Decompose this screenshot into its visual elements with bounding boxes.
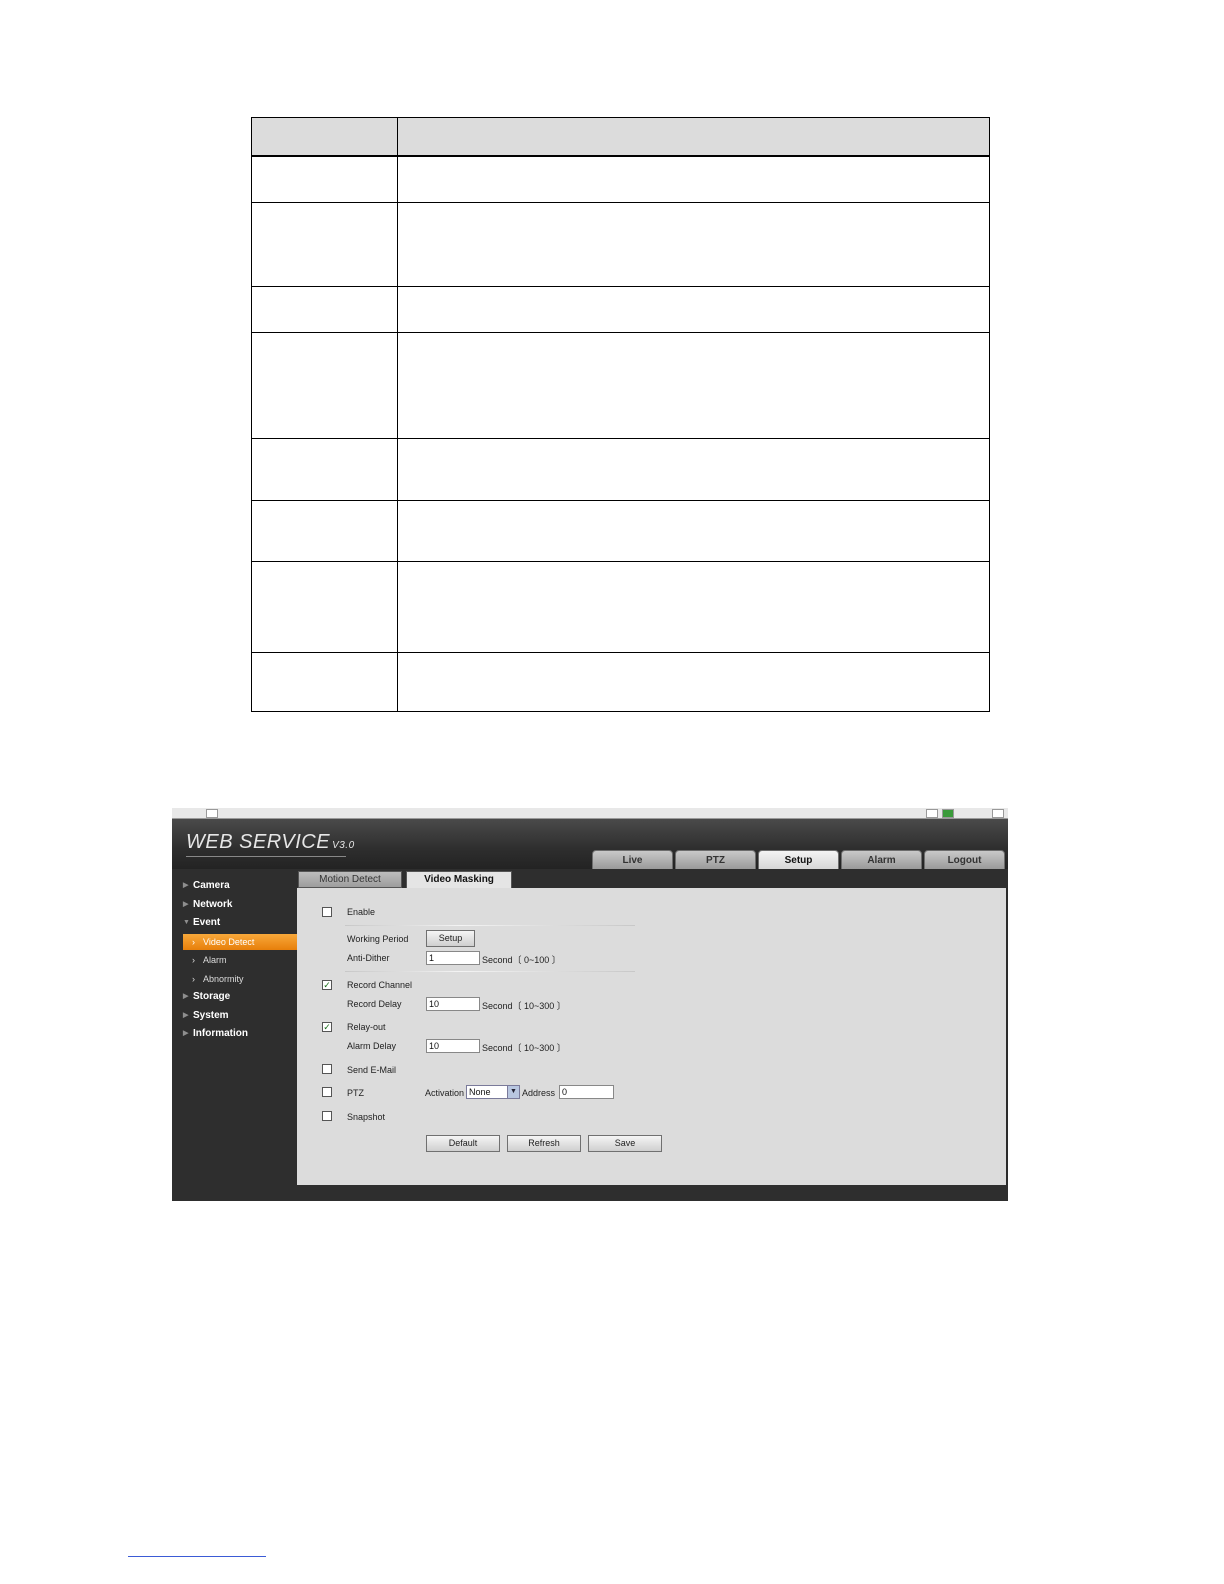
nav-tab-alarm[interactable]: Alarm — [841, 850, 922, 870]
chevron-right-icon: › — [192, 955, 195, 965]
alarm-delay-label: Alarm Delay — [347, 1041, 397, 1051]
collapsed-arrow-icon: ▶ — [183, 901, 189, 908]
chevron-down-icon[interactable]: ▼ — [507, 1086, 519, 1098]
logo-version: V3.0 — [332, 840, 355, 851]
refresh-button[interactable]: Refresh — [507, 1135, 581, 1152]
anti-dither-range: Second〔 0~100 〕 — [482, 955, 561, 965]
alarm-delay-range: Second〔 10~300 〕 — [482, 1043, 566, 1053]
default-button[interactable]: Default — [426, 1135, 500, 1152]
top-navigation: Live PTZ Setup Alarm Logout — [592, 850, 1005, 870]
browser-close-icon[interactable] — [992, 809, 1004, 818]
send-email-label: Send E-Mail — [347, 1065, 397, 1075]
record-delay-range: Second〔 10~300 〕 — [482, 1001, 566, 1011]
chevron-right-icon: › — [192, 974, 195, 984]
record-channel-label: Record Channel — [347, 980, 413, 990]
address-bar-icon — [206, 809, 218, 818]
record-delay-input[interactable]: 10 — [426, 997, 480, 1011]
footer-bar — [297, 1185, 1008, 1201]
collapsed-arrow-icon: ▶ — [183, 882, 189, 889]
sidebar-item-event[interactable]: ▼ Event — [172, 915, 297, 931]
enable-label: Enable — [347, 907, 376, 917]
table-row — [252, 438, 989, 439]
footer-link-underline[interactable] — [128, 1556, 266, 1557]
sidebar-subitem-label: Alarm — [203, 955, 227, 965]
anti-dither-label: Anti-Dither — [347, 953, 390, 963]
divider — [345, 971, 635, 972]
table-row — [252, 202, 989, 203]
sidebar-subitem-label: Video Detect — [203, 937, 255, 947]
nav-tab-live[interactable]: Live — [592, 850, 673, 870]
nav-tab-setup[interactable]: Setup — [758, 850, 839, 870]
activation-value: None — [469, 1087, 491, 1097]
web-service-screenshot: WEB SERVICE V3.0 Live PTZ Setup Alarm Log… — [172, 808, 1008, 1201]
ptz-label: PTZ — [347, 1088, 364, 1098]
header-banner: WEB SERVICE V3.0 Live PTZ Setup Alarm Log… — [172, 819, 1008, 870]
nav-tab-logout[interactable]: Logout — [924, 850, 1005, 870]
expanded-arrow-icon: ▼ — [183, 919, 190, 926]
sidebar-subitem-abnormity[interactable]: › Abnormity — [183, 971, 297, 987]
sidebar-subitem-alarm[interactable]: › Alarm — [183, 952, 297, 968]
sidebar-item-storage[interactable]: ▶ Storage — [172, 989, 297, 1005]
sidebar-item-label: Camera — [193, 880, 230, 891]
relay-out-label: Relay-out — [347, 1022, 386, 1032]
ptz-checkbox[interactable] — [322, 1087, 332, 1097]
table-header-row — [252, 118, 989, 157]
sidebar-item-system[interactable]: ▶ System — [172, 1008, 297, 1024]
app-logo: WEB SERVICE V3.0 — [186, 831, 355, 854]
divider — [345, 925, 635, 926]
table-row — [252, 332, 989, 333]
logo-underline — [186, 856, 346, 857]
table-row — [252, 286, 989, 287]
subtab-bar: Motion Detect Video Masking — [297, 869, 1008, 888]
tab-motion-detect[interactable]: Motion Detect — [298, 871, 402, 888]
parameter-table — [251, 117, 990, 712]
chevron-right-icon: › — [192, 937, 195, 947]
working-period-label: Working Period — [347, 934, 409, 944]
browser-status-icon — [942, 809, 954, 818]
sidebar-item-label: System — [193, 1010, 229, 1021]
sidebar-item-label: Network — [193, 899, 233, 910]
send-email-checkbox[interactable] — [322, 1064, 332, 1074]
snapshot-checkbox[interactable] — [322, 1111, 332, 1121]
activation-label: Activation — [425, 1088, 465, 1098]
collapsed-arrow-icon: ▶ — [183, 1030, 189, 1037]
setup-button[interactable]: Setup — [426, 930, 475, 947]
record-channel-checkbox[interactable]: ✓ — [322, 980, 332, 990]
table-row — [252, 561, 989, 562]
nav-tab-ptz[interactable]: PTZ — [675, 850, 756, 870]
collapsed-arrow-icon: ▶ — [183, 993, 189, 1000]
address-label: Address — [522, 1088, 556, 1098]
anti-dither-input[interactable]: 1 — [426, 951, 480, 965]
settings-panel: Enable Working Period Setup Anti-Dither … — [297, 888, 1006, 1185]
sidebar-item-label: Storage — [193, 991, 231, 1002]
sidebar-item-camera[interactable]: ▶ Camera — [172, 878, 297, 894]
logo-text: WEB SERVICE — [186, 831, 331, 853]
sidebar-item-label: Event — [193, 917, 221, 928]
sidebar-item-information[interactable]: ▶ Information — [172, 1026, 297, 1042]
save-button[interactable]: Save — [588, 1135, 662, 1152]
address-input[interactable]: 0 — [559, 1085, 614, 1099]
sidebar: ▶ Camera ▶ Network ▼ Event › Video Detec… — [172, 869, 297, 1201]
table-row — [252, 652, 989, 653]
record-delay-label: Record Delay — [347, 999, 402, 1009]
collapsed-arrow-icon: ▶ — [183, 1012, 189, 1019]
table-row — [252, 500, 989, 501]
snapshot-label: Snapshot — [347, 1112, 386, 1122]
browser-button-icon[interactable] — [926, 809, 938, 818]
sidebar-item-label: Information — [193, 1028, 248, 1039]
sidebar-item-network[interactable]: ▶ Network — [172, 897, 297, 913]
sidebar-subitem-video-detect[interactable]: › Video Detect — [183, 934, 297, 950]
browser-toolbar-strip — [172, 808, 1008, 819]
alarm-delay-input[interactable]: 10 — [426, 1039, 480, 1053]
table-column-divider — [397, 118, 398, 711]
enable-checkbox[interactable] — [322, 907, 332, 917]
sidebar-subitem-label: Abnormity — [203, 974, 244, 984]
relay-out-checkbox[interactable]: ✓ — [322, 1022, 332, 1032]
activation-select[interactable]: None ▼ — [466, 1085, 520, 1099]
tab-video-masking[interactable]: Video Masking — [406, 871, 512, 888]
